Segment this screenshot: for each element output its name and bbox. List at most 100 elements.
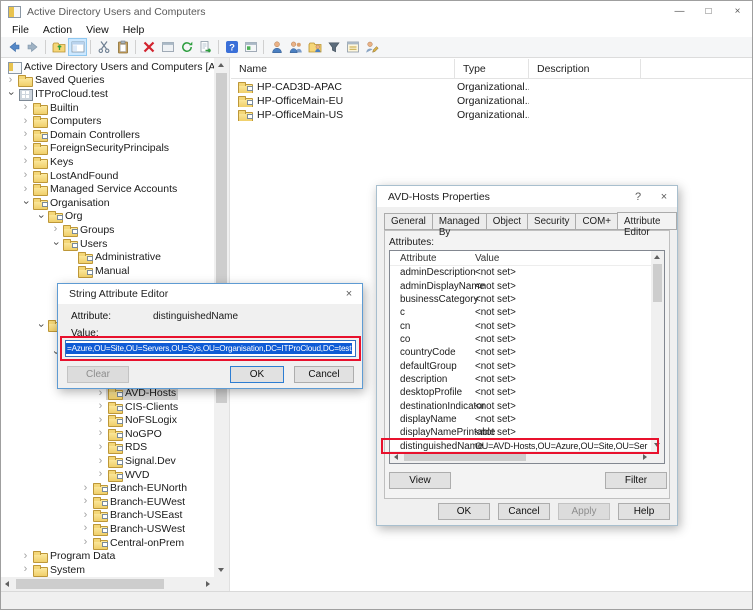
tree-item-domain-controllers[interactable]: ›Domain Controllers — [1, 128, 214, 142]
set-filter-icon[interactable] — [324, 38, 343, 56]
dialog-close-icon[interactable]: × — [336, 284, 362, 305]
attributes-vertical-scrollbar[interactable] — [651, 251, 664, 451]
chevron-collapsed-icon[interactable]: › — [95, 428, 106, 439]
tree-item-system[interactable]: ›System — [1, 563, 214, 577]
scroll-left-icon[interactable] — [394, 454, 398, 460]
tree-item-nofslogix[interactable]: ›NoFSLogix — [1, 413, 214, 427]
scroll-up-icon[interactable] — [654, 255, 660, 259]
console-window-icon[interactable] — [241, 38, 260, 56]
tab-com[interactable]: COM+ — [575, 213, 617, 230]
attributes-horizontal-scrollbar[interactable] — [390, 451, 651, 463]
tree-item-administrative[interactable]: Administrative — [1, 250, 214, 264]
scroll-down-icon[interactable] — [654, 443, 660, 447]
attribute-row-displayname[interactable]: displayName<not set> — [390, 413, 651, 426]
tree-item-central-onprem[interactable]: ›Central-onPrem — [1, 536, 214, 550]
list-item-hp-officemain-eu[interactable]: HP-OfficeMain-EUOrganizational... — [231, 94, 752, 108]
attributes-hscroll-thumb[interactable] — [404, 453, 526, 461]
attribute-row-distinguishedname[interactable]: distinguishedNameOU=AVD-Hosts,OU=Azure,O… — [390, 439, 651, 451]
help-icon[interactable]: ? — [222, 38, 241, 56]
chevron-collapsed-icon[interactable]: › — [20, 143, 31, 154]
tab-general[interactable]: General — [384, 213, 432, 230]
tree-item-rds[interactable]: ›RDS — [1, 441, 214, 455]
menu-view[interactable]: View — [79, 24, 116, 36]
scroll-down-icon[interactable] — [218, 568, 224, 572]
scroll-up-icon[interactable] — [218, 63, 224, 67]
attribute-row-businesscategory[interactable]: businessCategory<not set> — [390, 293, 651, 306]
chevron-collapsed-icon[interactable]: › — [95, 415, 106, 426]
chevron-collapsed-icon[interactable]: › — [80, 537, 91, 548]
tree-item-manual[interactable]: Manual — [1, 264, 214, 278]
cancel-button[interactable]: Cancel — [294, 366, 354, 383]
chevron-expanded-icon[interactable]: › — [5, 88, 16, 99]
chevron-expanded-icon[interactable]: › — [50, 238, 61, 249]
ok-button[interactable]: OK — [438, 503, 490, 520]
tree-item-users[interactable]: ›Users — [1, 237, 214, 251]
delete-icon[interactable] — [139, 38, 158, 56]
tree-item-builtin[interactable]: ›Builtin — [1, 101, 214, 115]
tree-item-saved-queries[interactable]: ›Saved Queries — [1, 74, 214, 88]
attribute-row-admindescription[interactable]: adminDescription<not set> — [390, 266, 651, 279]
chevron-collapsed-icon[interactable]: › — [95, 469, 106, 480]
maximize-icon[interactable]: □ — [694, 1, 723, 22]
tree-item-keys[interactable]: ›Keys — [1, 155, 214, 169]
tree-item-managed-service-accounts[interactable]: ›Managed Service Accounts — [1, 182, 214, 196]
chevron-collapsed-icon[interactable]: › — [95, 442, 106, 453]
chevron-collapsed-icon[interactable]: › — [80, 510, 91, 521]
attribute-row-c[interactable]: c<not set> — [390, 306, 651, 319]
scroll-right-icon[interactable] — [643, 454, 647, 460]
scroll-left-icon[interactable] — [5, 581, 9, 587]
chevron-collapsed-icon[interactable]: › — [95, 456, 106, 467]
chevron-expanded-icon[interactable]: › — [35, 320, 46, 331]
tree-item-wvd[interactable]: ›WVD — [1, 468, 214, 482]
tree-item-branch-eunorth[interactable]: ›Branch-EUNorth — [1, 481, 214, 495]
help-button[interactable]: Help — [618, 503, 670, 520]
chevron-collapsed-icon[interactable]: › — [95, 388, 106, 399]
display-list-icon[interactable] — [343, 38, 362, 56]
attribute-row-displaynameprintable[interactable]: displayNamePrintable<not set> — [390, 426, 651, 439]
menu-action[interactable]: Action — [36, 24, 79, 36]
tree-item-branch-useast[interactable]: ›Branch-USEast — [1, 509, 214, 523]
forward-icon[interactable] — [23, 38, 42, 56]
menu-file[interactable]: File — [5, 24, 36, 36]
chevron-collapsed-icon[interactable]: › — [20, 156, 31, 167]
tree-item-org[interactable]: ›Org — [1, 210, 214, 224]
minimize-icon[interactable]: — — [665, 1, 694, 22]
up-one-level-icon[interactable] — [49, 38, 68, 56]
close-icon[interactable]: × — [723, 1, 752, 22]
chevron-collapsed-icon[interactable]: › — [20, 116, 31, 127]
chevron-expanded-icon[interactable]: › — [35, 211, 46, 222]
column-header-description[interactable]: Description — [529, 59, 641, 78]
chevron-collapsed-icon[interactable]: › — [80, 483, 91, 494]
tab-security[interactable]: Security — [527, 213, 575, 230]
tree-item-itprocloud-test[interactable]: ›ITProCloud.test — [1, 87, 214, 101]
tree-item-cis-clients[interactable]: ›CIS-Clients — [1, 400, 214, 414]
back-icon[interactable] — [4, 38, 23, 56]
attribute-row-countrycode[interactable]: countryCode<not set> — [390, 346, 651, 359]
delegate-control-icon[interactable] — [362, 38, 381, 56]
attr-column-header[interactable]: Attribute — [390, 253, 475, 264]
tree-item-nogpo[interactable]: ›NoGPO — [1, 427, 214, 441]
chevron-collapsed-icon[interactable]: › — [80, 496, 91, 507]
chevron-collapsed-icon[interactable]: › — [5, 75, 16, 86]
chevron-expanded-icon[interactable]: › — [20, 197, 31, 208]
chevron-collapsed-icon[interactable]: › — [20, 102, 31, 113]
export-list-icon[interactable] — [196, 38, 215, 56]
attribute-row-description[interactable]: description<not set> — [390, 373, 651, 386]
tree-item-signal-dev[interactable]: ›Signal.Dev — [1, 454, 214, 468]
refresh-icon[interactable] — [177, 38, 196, 56]
attribute-row-admindisplayname[interactable]: adminDisplayName<not set> — [390, 279, 651, 292]
new-user-icon[interactable] — [267, 38, 286, 56]
tree-item-organisation[interactable]: ›Organisation — [1, 196, 214, 210]
scroll-right-icon[interactable] — [206, 581, 210, 587]
menu-help[interactable]: Help — [116, 24, 152, 36]
attribute-row-destinationindicator[interactable]: destinationIndicator<not set> — [390, 399, 651, 412]
chevron-collapsed-icon[interactable]: › — [20, 184, 31, 195]
attributes-vscroll-thumb[interactable] — [653, 264, 662, 302]
tree-horizontal-scrollbar[interactable] — [1, 577, 214, 591]
chevron-collapsed-icon[interactable]: › — [20, 551, 31, 562]
new-group-icon[interactable] — [286, 38, 305, 56]
dialog-help-icon[interactable]: ? — [625, 186, 651, 207]
attribute-row-co[interactable]: co<not set> — [390, 333, 651, 346]
properties-icon[interactable] — [158, 38, 177, 56]
tree-item-branch-uswest[interactable]: ›Branch-USWest — [1, 522, 214, 536]
